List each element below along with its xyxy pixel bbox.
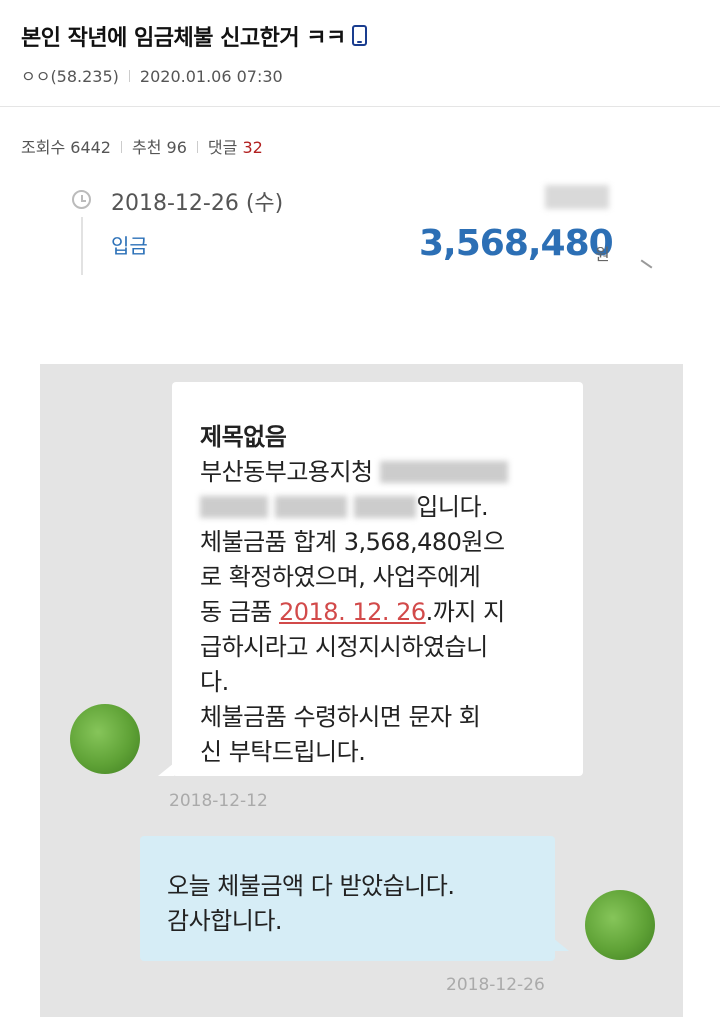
post-stats: 조회수 6442 추천 96 댓글 32 xyxy=(21,134,263,158)
message-line: 로 확정하였으며, 사업주에게 xyxy=(200,563,481,591)
post-title: 본인 작년에 임금체불 신고한거 ㅋㅋ xyxy=(21,20,367,52)
comments-count[interactable]: 32 xyxy=(242,138,262,157)
message-text: .까지 지 xyxy=(425,598,506,626)
recommend-label: 추천 xyxy=(131,138,162,157)
bubble-tail xyxy=(158,763,174,776)
timeline-line xyxy=(81,217,83,275)
received-message-bubble: 제목없음 부산동부고용지청 입니다. 체불금품 합계 3,568,480원으 로… xyxy=(158,382,583,776)
bubble-tail xyxy=(553,938,569,951)
transaction-amount: 3,568,480 xyxy=(419,223,614,264)
views-label: 조회수 xyxy=(21,138,66,157)
sent-message-bubble: 오늘 체불금액 다 받았습니다. 감사합니다. xyxy=(140,836,569,961)
message-line: 체불금품 합계 3,568,480원으 xyxy=(200,528,505,556)
message-line: 급하시라고 시정지시하였습니 xyxy=(200,633,488,661)
post-meta: ㅇㅇ(58.235) 2020.01.06 07:30 xyxy=(21,63,283,87)
sent-timestamp: 2018-12-26 xyxy=(446,975,545,995)
message-line: 동 금품 2018. 12. 26.까지 지 xyxy=(200,592,505,627)
sms-screenshot: 제목없음 부산동부고용지청 입니다. 체불금품 합계 3,568,480원으 로… xyxy=(40,364,683,1017)
stats-divider xyxy=(196,141,198,153)
date-link[interactable]: 2018. 12. 26 xyxy=(279,598,426,626)
currency-unit: 원 xyxy=(595,245,610,264)
decorative-mark xyxy=(640,259,653,269)
mobile-icon xyxy=(351,25,367,46)
message-line: 감사합니다. xyxy=(167,907,283,935)
bank-transaction: 2018-12-26 (수) 입금 3,568,480 원 xyxy=(70,175,670,285)
user-avatar xyxy=(585,890,655,960)
post-datetime: 2020.01.06 07:30 xyxy=(139,67,283,86)
blurred-text xyxy=(200,496,268,518)
message-subject: 제목없음 xyxy=(200,423,287,451)
message-line: 신 부탁드립니다. xyxy=(200,738,366,766)
blurred-text xyxy=(379,461,508,483)
stats-divider xyxy=(120,141,122,153)
clock-icon xyxy=(72,190,91,209)
message-text: 부산동부고용지청 xyxy=(200,458,373,486)
blurred-text xyxy=(275,496,348,518)
transaction-date: 2018-12-26 (수) xyxy=(111,191,284,216)
post-header: 본인 작년에 임금체불 신고한거 ㅋㅋ ㅇㅇ(58.235) 2020.01.06… xyxy=(0,0,720,107)
transaction-type: 입금 xyxy=(111,234,148,258)
message-line: 다. xyxy=(200,668,229,696)
message-line: 오늘 체불금액 다 받았습니다. xyxy=(167,872,455,900)
views-count: 6442 xyxy=(70,138,111,157)
message-text: 입니다. xyxy=(416,493,489,521)
comments-label[interactable]: 댓글 xyxy=(208,138,237,157)
post-title-text: 본인 작년에 임금체불 신고한거 ㅋㅋ xyxy=(21,26,346,51)
recommend-count: 96 xyxy=(166,138,187,157)
author-name[interactable]: ㅇㅇ(58.235) xyxy=(21,67,119,86)
received-timestamp: 2018-12-12 xyxy=(169,791,268,811)
message-text: 동 금품 xyxy=(200,598,279,626)
blurred-sender xyxy=(545,185,609,209)
blurred-text xyxy=(354,496,417,518)
sender-avatar xyxy=(70,704,140,774)
message-line: 입니다. xyxy=(200,487,489,522)
meta-divider xyxy=(128,70,130,82)
message-line: 부산동부고용지청 xyxy=(200,452,508,487)
message-line: 체불금품 수령하시면 문자 회 xyxy=(200,703,481,731)
